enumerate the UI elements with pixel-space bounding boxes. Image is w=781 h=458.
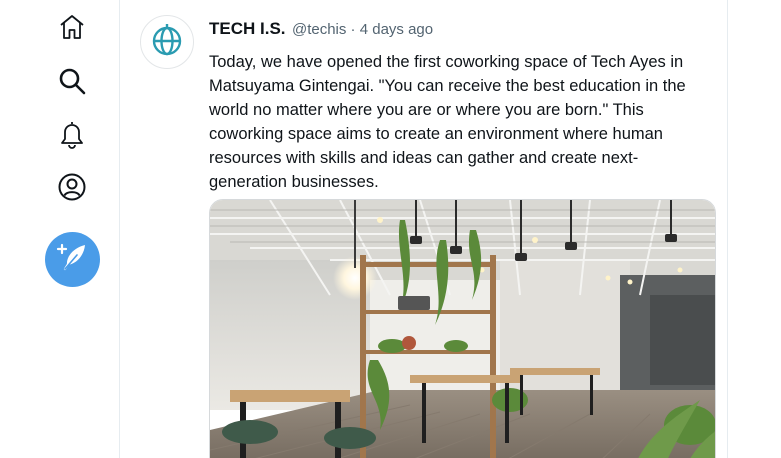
tweet-text: Today, we have opened the first coworkin… bbox=[209, 53, 686, 191]
column-divider-right bbox=[727, 0, 728, 458]
profile-icon[interactable] bbox=[55, 170, 89, 204]
author-meta: @techis · 4 days ago bbox=[291, 21, 434, 38]
bell-icon[interactable] bbox=[55, 117, 89, 151]
coworking-space-photo[interactable] bbox=[209, 199, 716, 458]
tweet-header: TECH I.S. @techis · 4 days ago bbox=[209, 18, 433, 41]
feather-plus-icon bbox=[56, 240, 90, 279]
search-icon[interactable] bbox=[55, 64, 89, 98]
home-icon[interactable] bbox=[55, 10, 89, 44]
avatar[interactable] bbox=[140, 15, 194, 69]
compose-button[interactable] bbox=[45, 232, 100, 287]
author-name[interactable]: TECH I.S. bbox=[209, 19, 286, 38]
globe-icon bbox=[150, 23, 184, 62]
column-divider-left bbox=[119, 0, 120, 458]
